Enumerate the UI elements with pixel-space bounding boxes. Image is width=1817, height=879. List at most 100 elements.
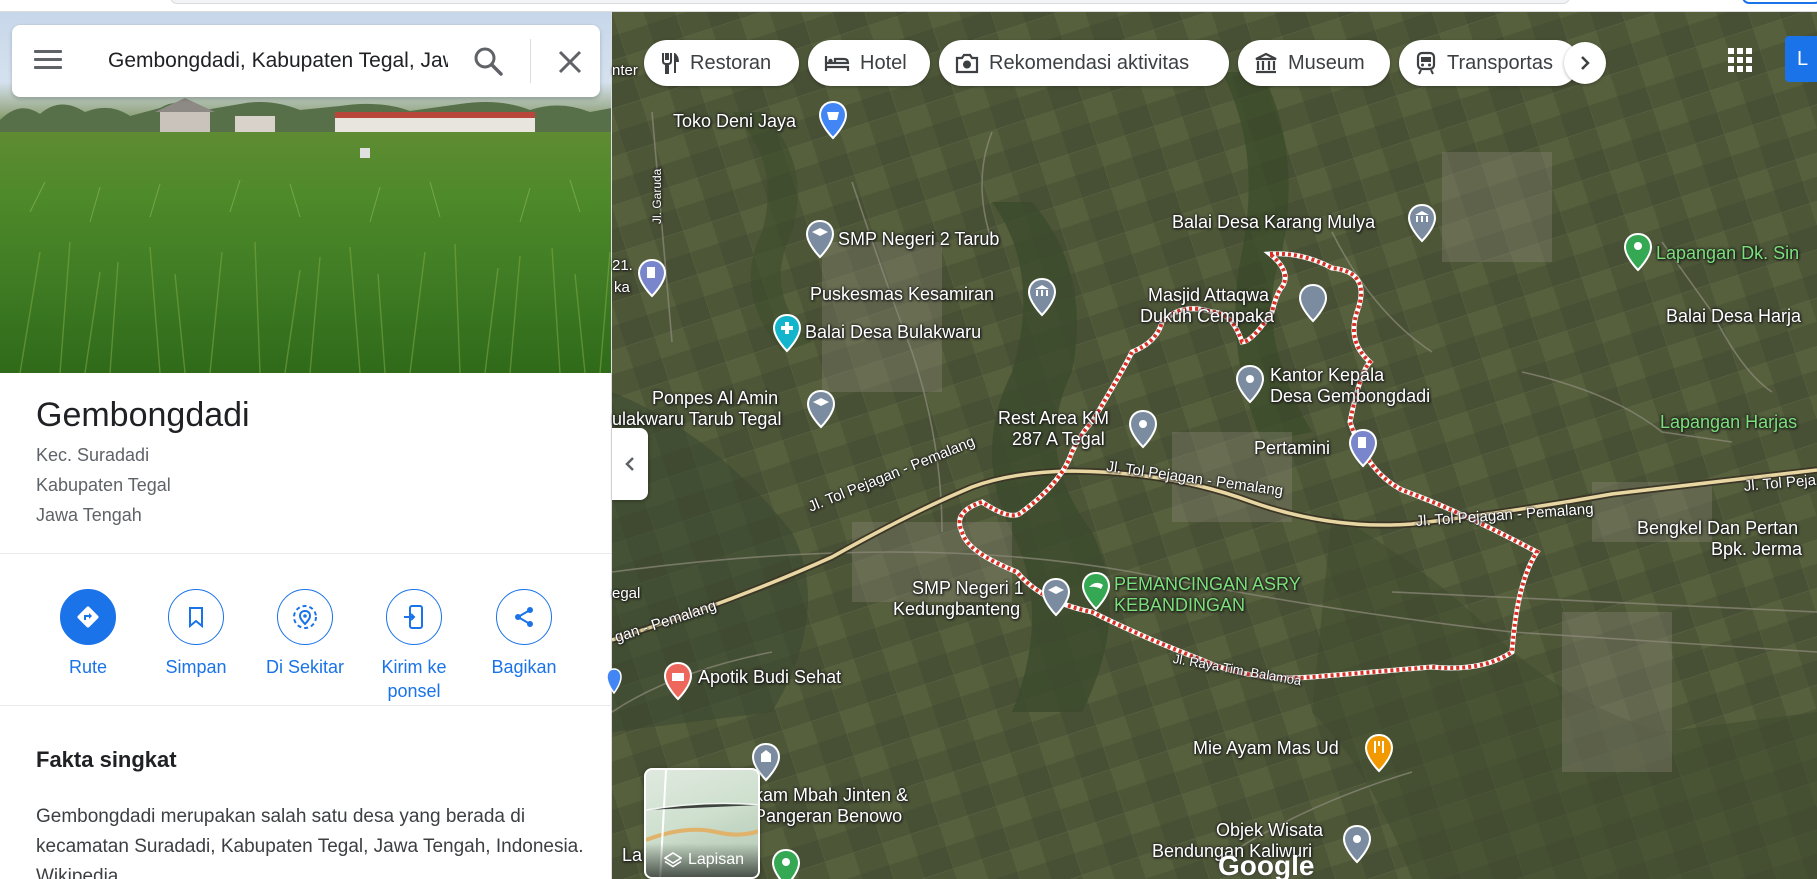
share-button[interactable]: Bagikan [469,576,579,679]
save-label: Simpan [165,657,227,677]
map-label-objek-wisata[interactable]: Objek Wisata [1216,820,1323,841]
map-label-makam-1[interactable]: kam Mbah Jinten & [754,785,908,806]
collapse-panel-button[interactable] [612,428,648,500]
chip-transit-label: Transportas [1447,51,1553,74]
map-label-kantor-2[interactable]: Desa Gembongdadi [1270,386,1430,407]
nearby-button[interactable]: Di Sekitar [250,576,360,679]
map-label-edge-a: nter [612,62,638,79]
chip-hotel-label: Hotel [860,51,907,74]
chip-activities-label: Rekomendasi aktivitas [989,51,1190,74]
location-pin-icon[interactable] [1235,364,1265,404]
close-icon[interactable] [555,47,585,77]
map-label-mie-ayam[interactable]: Mie Ayam Mas Ud [1193,738,1339,759]
map-label-ponpes-2[interactable]: ulakwaru Tarub Tegal [612,409,781,430]
layers-label-row: Lapisan [646,843,758,877]
search-box [12,25,600,97]
road-label-garuda: Jl. Garuda [650,168,664,224]
send-to-phone-button[interactable]: Kirim ke ponsel [359,576,469,703]
map-label-kedungbanteng[interactable]: Kedungbanteng [893,599,1020,620]
directions-button[interactable]: Rute [33,576,143,679]
layers-icon [663,852,682,868]
send-to-phone-label-1: Kirim ke [381,657,447,677]
facts-text: Gembongdadi merupakan salah satu desa ya… [36,802,591,879]
send-to-phone-label-2: ponsel [387,681,441,701]
map-label-makam-2[interactable]: Pangeran Benowo [754,806,902,827]
fuel-pin-icon[interactable] [637,258,667,298]
museum-icon [1255,52,1277,74]
search-icon[interactable] [472,45,504,77]
map-label-smp-negeri-2[interactable]: SMP Negeri 2 Tarub [838,229,999,250]
divider [0,553,611,554]
fishing-pin-icon[interactable] [1081,571,1111,611]
map-label-balai-harja[interactable]: Balai Desa Harja [1666,306,1801,327]
government-pin-icon[interactable] [1027,277,1057,317]
school-pin-icon[interactable] [805,219,835,259]
map-label-pertamini[interactable]: Pertamini [1254,438,1330,459]
address-bar-edge [170,0,1570,4]
map-label-lapangan-dk[interactable]: Lapangan Dk. Sin [1656,243,1799,264]
chip-activities[interactable]: Rekomendasi aktivitas [939,40,1229,86]
facts-heading: Fakta singkat [36,747,177,772]
restaurant-pin-icon[interactable] [1364,733,1394,773]
search-input[interactable] [108,43,448,79]
chip-transit[interactable]: Transportas [1399,40,1579,86]
map-label-bengkel-1[interactable]: Bengkel Dan Pertan [1637,518,1798,539]
chips-next-button[interactable] [1564,42,1606,84]
map-label-toko-deni-jaya[interactable]: Toko Deni Jaya [673,111,796,132]
pharmacy-pin-icon[interactable] [663,661,693,701]
place-title: Gembongdadi [36,396,250,434]
school-pin-icon[interactable] [806,389,836,429]
map-label-pemancingan-2[interactable]: KEBANDINGAN [1114,595,1245,616]
nearby-icon [293,605,317,629]
map-label-balai-bulakwaru[interactable]: Balai Desa Bulakwaru [805,322,981,343]
menu-icon[interactable] [34,47,64,75]
school-pin-icon[interactable] [1041,577,1071,617]
camera-icon [955,53,979,74]
share-label: Bagikan [491,657,557,677]
park-pin-icon[interactable] [771,848,801,879]
mosque-pin-icon[interactable] [1298,283,1328,323]
facts-description: Gembongdadi merupakan salah satu desa ya… [36,806,584,857]
map-label-balai-karang-mulya[interactable]: Balai Desa Karang Mulya [1172,212,1375,233]
send-to-phone-icon [404,605,423,629]
government-pin-icon[interactable] [1407,203,1437,243]
shopping-pin-icon[interactable] [818,100,848,140]
divider [0,705,611,706]
map-label-rest-area-1[interactable]: Rest Area KM [998,408,1109,429]
hotel-icon [824,56,850,71]
map-label-ponpes-1[interactable]: Ponpes Al Amin [652,388,778,409]
chip-museum[interactable]: Museum [1238,40,1390,86]
map-label-edge-b: 21. [612,257,633,274]
address-line-province: Jawa Tengah [36,505,142,525]
map-label-puskesmas[interactable]: Puskesmas Kesamiran [810,284,994,305]
save-button[interactable]: Simpan [141,576,251,679]
map-label-pemancingan-1[interactable]: PEMANCINGAN ASRY [1114,574,1301,595]
wikipedia-link[interactable]: Wikipedia [36,866,118,879]
location-pin-icon[interactable] [606,668,622,694]
chip-museum-label: Museum [1288,51,1365,74]
chip-hotel[interactable]: Hotel [808,40,930,86]
map-label-edge-c: ka [614,279,630,296]
address-line-district: Kec. Suradadi [36,445,150,465]
park-pin-icon[interactable] [1623,232,1653,272]
map-label-kantor-1[interactable]: Kantor Kepala [1270,365,1384,386]
restaurant-icon [662,53,679,74]
chip-restaurant[interactable]: Restoran [644,40,799,86]
sign-in-button[interactable]: L [1785,36,1817,82]
map-label-bengkel-2[interactable]: Bpk. Jerma [1711,539,1802,560]
browser-top-edge [0,0,1817,12]
hospital-pin-icon[interactable] [772,313,802,353]
map-label-masjid-1[interactable]: Masjid Attaqwa [1148,285,1269,306]
map-label-masjid-2[interactable]: Dukuh Cempaka [1140,306,1274,327]
map-label-lapangan-harjas[interactable]: Lapangan Harjas [1660,412,1797,433]
fuel-pin-icon[interactable] [1348,428,1378,468]
chevron-right-icon [1581,56,1590,70]
map-label-rest-area-2[interactable]: 287 A Tegal [1012,429,1105,450]
layers-button[interactable]: Lapisan [644,768,760,879]
location-pin-icon[interactable] [1342,824,1372,864]
map-label-smp-negeri-1[interactable]: SMP Negeri 1 [912,578,1024,599]
map-label-edge-d: egal [612,585,641,602]
apps-grid-icon[interactable] [1725,45,1755,75]
map-label-apotik[interactable]: Apotik Budi Sehat [698,667,841,688]
location-pin-icon[interactable] [1128,409,1158,449]
